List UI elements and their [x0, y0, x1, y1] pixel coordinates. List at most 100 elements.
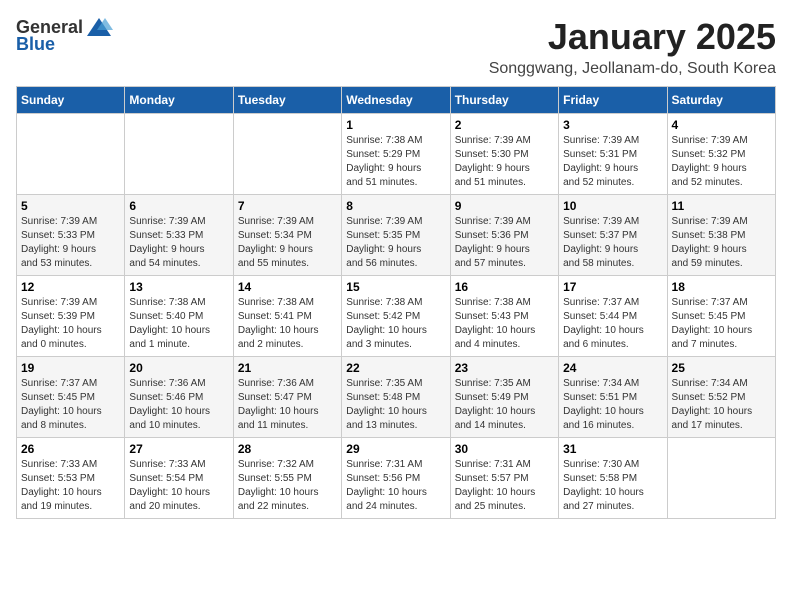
calendar-cell: 23 Sunrise: 7:35 AM Sunset: 5:49 PM Dayli…	[450, 357, 558, 438]
day-info: Sunrise: 7:31 AM Sunset: 5:57 PM Dayligh…	[455, 458, 554, 514]
day-number: 21	[238, 361, 337, 375]
calendar-cell: 24 Sunrise: 7:34 AM Sunset: 5:51 PM Dayli…	[559, 357, 667, 438]
day-info: Sunrise: 7:36 AM Sunset: 5:46 PM Dayligh…	[129, 377, 228, 433]
header-thursday: Thursday	[450, 87, 558, 114]
calendar-cell: 11Sunrise: 7:39 AM Sunset: 5:38 PM Dayli…	[667, 195, 775, 276]
calendar-cell: 12 Sunrise: 7:39 AM Sunset: 5:39 PM Dayli…	[17, 276, 125, 357]
calendar-cell: 8 Sunrise: 7:39 AM Sunset: 5:35 PM Daylig…	[342, 195, 450, 276]
day-number: 5	[21, 199, 120, 213]
calendar-cell: 19Sunrise: 7:37 AM Sunset: 5:45 PM Dayli…	[17, 357, 125, 438]
header-wednesday: Wednesday	[342, 87, 450, 114]
day-info: Sunrise: 7:35 AM Sunset: 5:49 PM Dayligh…	[455, 377, 554, 433]
calendar-cell: 21 Sunrise: 7:36 AM Sunset: 5:47 PM Dayli…	[233, 357, 341, 438]
calendar-week-3: 12 Sunrise: 7:39 AM Sunset: 5:39 PM Dayli…	[17, 276, 776, 357]
calendar-cell: 31Sunrise: 7:30 AM Sunset: 5:58 PM Dayli…	[559, 438, 667, 519]
location-title: Songgwang, Jeollanam-do, South Korea	[489, 60, 776, 78]
day-number: 14	[238, 280, 337, 294]
header-monday: Monday	[125, 87, 233, 114]
day-info: Sunrise: 7:39 AM Sunset: 5:32 PM Dayligh…	[672, 134, 771, 190]
day-number: 15	[346, 280, 445, 294]
day-number: 24	[563, 361, 662, 375]
calendar-cell: 17 Sunrise: 7:37 AM Sunset: 5:44 PM Dayli…	[559, 276, 667, 357]
header-sunday: Sunday	[17, 87, 125, 114]
calendar-cell	[17, 114, 125, 195]
day-info: Sunrise: 7:39 AM Sunset: 5:30 PM Dayligh…	[455, 134, 554, 190]
calendar-week-2: 5 Sunrise: 7:39 AM Sunset: 5:33 PM Daylig…	[17, 195, 776, 276]
header-friday: Friday	[559, 87, 667, 114]
day-info: Sunrise: 7:39 AM Sunset: 5:33 PM Dayligh…	[129, 215, 228, 271]
day-info: Sunrise: 7:37 AM Sunset: 5:44 PM Dayligh…	[563, 296, 662, 352]
day-number: 9	[455, 199, 554, 213]
day-info: Sunrise: 7:38 AM Sunset: 5:41 PM Dayligh…	[238, 296, 337, 352]
day-number: 31	[563, 442, 662, 456]
day-number: 27	[129, 442, 228, 456]
calendar-week-5: 26 Sunrise: 7:33 AM Sunset: 5:53 PM Dayli…	[17, 438, 776, 519]
day-info: Sunrise: 7:37 AM Sunset: 5:45 PM Dayligh…	[672, 296, 771, 352]
calendar-cell: 26 Sunrise: 7:33 AM Sunset: 5:53 PM Dayli…	[17, 438, 125, 519]
calendar-cell: 30 Sunrise: 7:31 AM Sunset: 5:57 PM Dayli…	[450, 438, 558, 519]
day-info: Sunrise: 7:39 AM Sunset: 5:31 PM Dayligh…	[563, 134, 662, 190]
calendar-cell: 29Sunrise: 7:31 AM Sunset: 5:56 PM Dayli…	[342, 438, 450, 519]
day-number: 1	[346, 118, 445, 132]
calendar-cell	[667, 438, 775, 519]
calendar-cell: 16Sunrise: 7:38 AM Sunset: 5:43 PM Dayli…	[450, 276, 558, 357]
day-number: 17	[563, 280, 662, 294]
calendar-header: SundayMondayTuesdayWednesdayThursdayFrid…	[17, 87, 776, 114]
day-number: 8	[346, 199, 445, 213]
day-number: 11	[672, 199, 771, 213]
calendar-cell: 6 Sunrise: 7:39 AM Sunset: 5:33 PM Daylig…	[125, 195, 233, 276]
day-info: Sunrise: 7:33 AM Sunset: 5:54 PM Dayligh…	[129, 458, 228, 514]
page-header: General Blue January 2025 Songgwang, Jeo…	[16, 16, 776, 78]
day-info: Sunrise: 7:34 AM Sunset: 5:51 PM Dayligh…	[563, 377, 662, 433]
day-info: Sunrise: 7:39 AM Sunset: 5:39 PM Dayligh…	[21, 296, 120, 352]
calendar-cell: 20 Sunrise: 7:36 AM Sunset: 5:46 PM Dayli…	[125, 357, 233, 438]
day-number: 2	[455, 118, 554, 132]
day-number: 12	[21, 280, 120, 294]
day-number: 26	[21, 442, 120, 456]
day-number: 7	[238, 199, 337, 213]
day-info: Sunrise: 7:39 AM Sunset: 5:37 PM Dayligh…	[563, 215, 662, 271]
day-number: 20	[129, 361, 228, 375]
calendar-week-4: 19Sunrise: 7:37 AM Sunset: 5:45 PM Dayli…	[17, 357, 776, 438]
calendar-cell	[233, 114, 341, 195]
day-info: Sunrise: 7:39 AM Sunset: 5:35 PM Dayligh…	[346, 215, 445, 271]
day-info: Sunrise: 7:39 AM Sunset: 5:34 PM Dayligh…	[238, 215, 337, 271]
day-info: Sunrise: 7:33 AM Sunset: 5:53 PM Dayligh…	[21, 458, 120, 514]
day-info: Sunrise: 7:39 AM Sunset: 5:33 PM Dayligh…	[21, 215, 120, 271]
calendar-cell: 14 Sunrise: 7:38 AM Sunset: 5:41 PM Dayli…	[233, 276, 341, 357]
calendar-week-1: 1 Sunrise: 7:38 AM Sunset: 5:29 PM Daylig…	[17, 114, 776, 195]
calendar-cell: 3 Sunrise: 7:39 AM Sunset: 5:31 PM Daylig…	[559, 114, 667, 195]
day-info: Sunrise: 7:36 AM Sunset: 5:47 PM Dayligh…	[238, 377, 337, 433]
calendar-body: 1 Sunrise: 7:38 AM Sunset: 5:29 PM Daylig…	[17, 114, 776, 519]
day-info: Sunrise: 7:37 AM Sunset: 5:45 PM Dayligh…	[21, 377, 120, 433]
day-number: 23	[455, 361, 554, 375]
calendar-cell: 25Sunrise: 7:34 AM Sunset: 5:52 PM Dayli…	[667, 357, 775, 438]
day-number: 22	[346, 361, 445, 375]
day-info: Sunrise: 7:38 AM Sunset: 5:40 PM Dayligh…	[129, 296, 228, 352]
header-saturday: Saturday	[667, 87, 775, 114]
calendar-table: SundayMondayTuesdayWednesdayThursdayFrid…	[16, 86, 776, 519]
day-info: Sunrise: 7:34 AM Sunset: 5:52 PM Dayligh…	[672, 377, 771, 433]
day-number: 30	[455, 442, 554, 456]
header-row: SundayMondayTuesdayWednesdayThursdayFrid…	[17, 87, 776, 114]
day-number: 6	[129, 199, 228, 213]
header-tuesday: Tuesday	[233, 87, 341, 114]
day-info: Sunrise: 7:38 AM Sunset: 5:42 PM Dayligh…	[346, 296, 445, 352]
day-info: Sunrise: 7:38 AM Sunset: 5:43 PM Dayligh…	[455, 296, 554, 352]
calendar-cell: 5 Sunrise: 7:39 AM Sunset: 5:33 PM Daylig…	[17, 195, 125, 276]
day-number: 4	[672, 118, 771, 132]
day-number: 3	[563, 118, 662, 132]
calendar-cell	[125, 114, 233, 195]
day-info: Sunrise: 7:38 AM Sunset: 5:29 PM Dayligh…	[346, 134, 445, 190]
logo: General Blue	[16, 16, 113, 55]
calendar-cell: 22 Sunrise: 7:35 AM Sunset: 5:48 PM Dayli…	[342, 357, 450, 438]
day-number: 10	[563, 199, 662, 213]
logo-blue-text: Blue	[16, 34, 55, 55]
calendar-cell: 7 Sunrise: 7:39 AM Sunset: 5:34 PM Daylig…	[233, 195, 341, 276]
day-info: Sunrise: 7:35 AM Sunset: 5:48 PM Dayligh…	[346, 377, 445, 433]
day-info: Sunrise: 7:39 AM Sunset: 5:36 PM Dayligh…	[455, 215, 554, 271]
calendar-cell: 1 Sunrise: 7:38 AM Sunset: 5:29 PM Daylig…	[342, 114, 450, 195]
calendar-cell: 9 Sunrise: 7:39 AM Sunset: 5:36 PM Daylig…	[450, 195, 558, 276]
title-section: January 2025 Songgwang, Jeollanam-do, So…	[489, 16, 776, 78]
calendar-cell: 18Sunrise: 7:37 AM Sunset: 5:45 PM Dayli…	[667, 276, 775, 357]
